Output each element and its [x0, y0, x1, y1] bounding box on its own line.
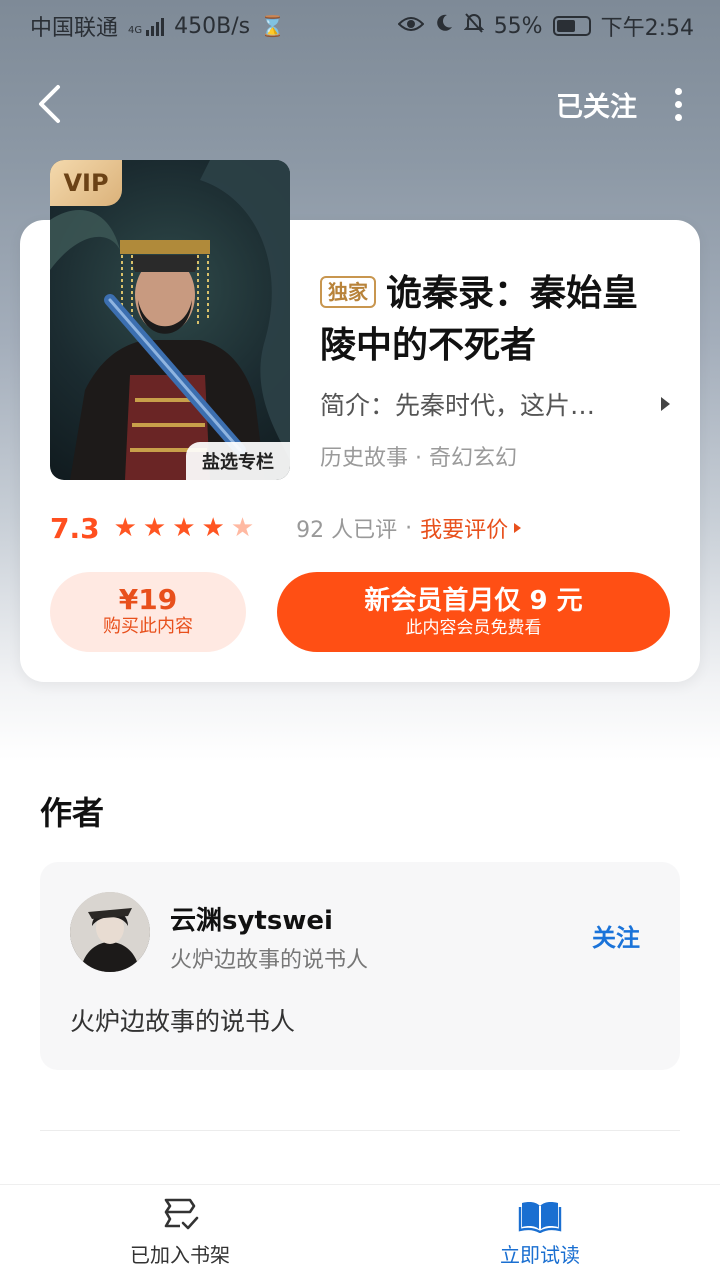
- author-description: 火炉边故事的说书人: [70, 1007, 296, 1036]
- triangle-right-icon: [514, 523, 522, 533]
- read-now-button[interactable]: 立即试读: [360, 1185, 720, 1280]
- star-icon: ★: [172, 513, 196, 543]
- book-cover[interactable]: VIP 盐选专栏: [50, 160, 290, 480]
- cover-illustration: [50, 160, 290, 480]
- rating-stars: ★ ★ ★ ★ ★: [114, 513, 255, 543]
- moon-icon: [434, 13, 454, 39]
- battery-icon: [552, 16, 591, 36]
- status-bar: 中国联通 4G 450B/s ⌛ 55% 下午2:54: [0, 0, 720, 52]
- bookshelf-button[interactable]: 已加入书架: [0, 1185, 360, 1280]
- star-icon: ★: [201, 513, 225, 543]
- eye-icon: [397, 14, 425, 39]
- signal-icon: 4G: [128, 16, 165, 36]
- category-tags: 历史故事 · 奇幻玄幻: [320, 446, 517, 471]
- bottom-action-bar: 已加入书架 立即试读: [0, 1184, 720, 1280]
- read-now-label: 立即试读: [500, 1243, 580, 1267]
- star-icon: ★: [142, 513, 167, 543]
- buy-label: 购买此内容: [103, 616, 193, 637]
- followed-status-button[interactable]: 已关注: [556, 85, 637, 124]
- carrier-label: 中国联通: [30, 16, 119, 41]
- buy-button[interactable]: ¥19 购买此内容: [50, 572, 246, 652]
- battery-percent: 55%: [493, 13, 543, 39]
- intro-text: 简介：先秦时代，这片…: [320, 391, 596, 420]
- follow-author-button[interactable]: 关注: [592, 918, 640, 953]
- rating-row: 7.3 ★ ★ ★ ★ ★ 92 人已评 · 我要评价: [50, 510, 670, 546]
- title-block: 独家 诡秦录：秦始皇陵中的不死者: [320, 268, 660, 372]
- more-dot-icon: [675, 113, 682, 121]
- divider: [40, 1130, 680, 1131]
- membership-button[interactable]: 新会员首月仅 9 元 此内容会员免费看: [277, 572, 670, 652]
- top-nav: 已关注: [0, 72, 720, 136]
- author-tagline: 火炉边故事的说书人: [170, 948, 369, 973]
- more-dot-icon: [675, 87, 682, 95]
- status-right: 55% 下午2:54: [397, 10, 694, 42]
- vip-badge: VIP: [50, 160, 122, 206]
- status-left: 中国联通 4G 450B/s ⌛: [30, 10, 285, 42]
- triangle-right-icon: [661, 397, 670, 411]
- rate-button-label: 我要评价: [420, 518, 509, 543]
- rating-score: 7.3: [50, 511, 100, 545]
- avatar-illustration: [70, 892, 150, 972]
- dot-separator: ·: [405, 515, 413, 541]
- network-type-label: 4G: [128, 25, 143, 36]
- nav-right: 已关注: [556, 84, 690, 125]
- avatar[interactable]: [70, 892, 150, 972]
- star-icon: ★: [113, 513, 137, 543]
- book-title: 独家 诡秦录：秦始皇陵中的不死者: [320, 268, 660, 372]
- bookshelf-check-icon: [164, 1198, 199, 1230]
- bookshelf-label: 已加入书架: [130, 1243, 230, 1267]
- back-arrow-icon: [39, 85, 60, 123]
- clock: 下午2:54: [600, 16, 694, 41]
- membership-sub-label: 此内容会员免费看: [405, 618, 542, 638]
- mute-bell-icon: [463, 12, 485, 40]
- back-button[interactable]: [36, 80, 76, 128]
- star-empty-icon: ★: [230, 513, 255, 543]
- author-card[interactable]: 云渊sytswei 火炉边故事的说书人 关注 火炉边故事的说书人: [40, 862, 680, 1070]
- exclusive-tag: 独家: [320, 276, 376, 308]
- author-section-title: 作者: [40, 794, 105, 832]
- rated-count: 92 人已评: [296, 518, 398, 543]
- rate-button[interactable]: 我要评价: [420, 512, 522, 544]
- intro-link[interactable]: 简介：先秦时代，这片…: [320, 386, 670, 422]
- buy-price: ¥19: [118, 583, 178, 616]
- membership-main-label: 新会员首月仅 9 元: [364, 586, 583, 616]
- open-book-icon: [518, 1202, 562, 1233]
- author-name: 云渊sytswei: [170, 906, 333, 936]
- more-menu-button[interactable]: [667, 84, 690, 125]
- column-badge: 盐选专栏: [186, 442, 290, 480]
- more-dot-icon: [675, 100, 682, 108]
- hourglass-icon: ⌛: [260, 14, 286, 38]
- network-speed: 450B/s: [174, 13, 251, 39]
